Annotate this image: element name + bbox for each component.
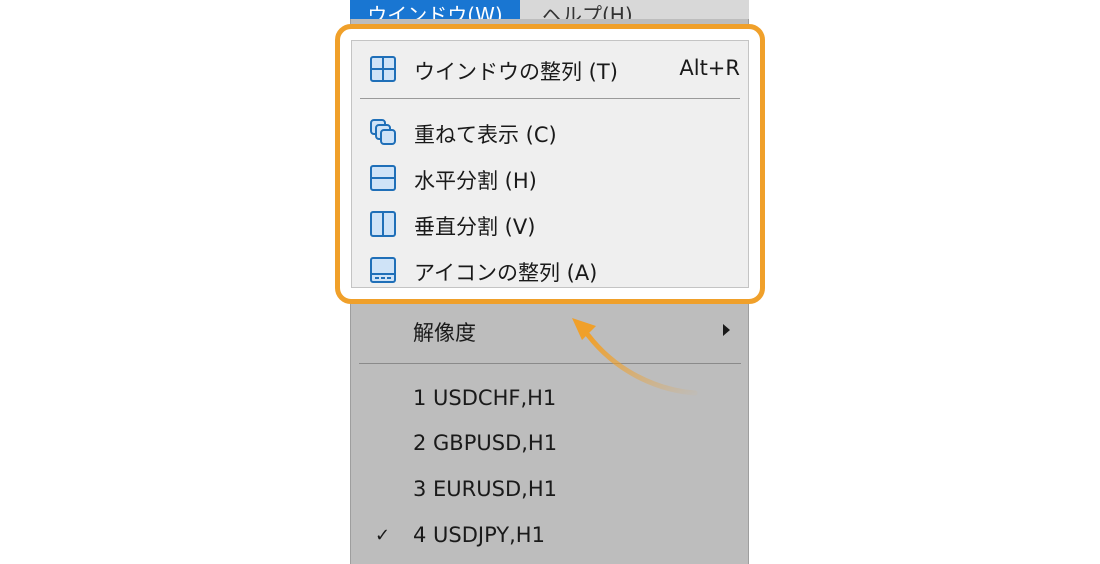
menu-item-arrange-icons[interactable]: アイコンの整列 (A) — [352, 248, 748, 292]
menu-window[interactable]: ウインドウ(W) — [350, 0, 520, 19]
menu-item-label: 4 USDJPY,H1 — [413, 523, 545, 547]
tile-windows-icon — [370, 56, 396, 82]
menu-item-label: アイコンの整列 (A) — [414, 261, 598, 285]
menu-help[interactable]: ヘルプ(H) — [542, 0, 662, 19]
menubar: ウインドウ(W) ヘルプ(H) — [350, 0, 749, 19]
menu-item-window-4[interactable]: ✓ 4 USDJPY,H1 — [351, 513, 748, 557]
menu-separator — [360, 98, 740, 99]
submenu-arrow-icon — [723, 324, 730, 336]
menu-item-label: 垂直分割 (V) — [414, 215, 536, 239]
pointer-arrow-icon — [572, 318, 698, 396]
shortcut-label: Alt+R — [679, 56, 740, 80]
menu-item-window-3[interactable]: 3 EURUSD,H1 — [351, 467, 748, 511]
menu-item-tile-vertical[interactable]: 垂直分割 (V) — [352, 202, 748, 246]
menu-item-label: 水平分割 (H) — [414, 169, 537, 193]
tile-horizontal-icon — [370, 165, 396, 191]
menu-item-cascade[interactable]: 重ねて表示 (C) — [352, 110, 748, 154]
checkmark-icon: ✓ — [375, 524, 391, 546]
menu-item-label: 3 EURUSD,H1 — [413, 477, 557, 501]
highlight-frame: ウインドウの整列 (T) Alt+R 重ねて表示 (C) 水平分割 (H) 垂直… — [335, 24, 765, 304]
menu-item-tile-windows[interactable]: ウインドウの整列 (T) Alt+R — [352, 47, 748, 91]
menu-item-label: 2 GBPUSD,H1 — [413, 431, 558, 455]
menu-item-label: 解像度 — [413, 321, 476, 345]
tile-vertical-icon — [370, 211, 396, 237]
window-arrange-group: ウインドウの整列 (T) Alt+R 重ねて表示 (C) 水平分割 (H) 垂直… — [351, 40, 749, 288]
menu-item-tile-horizontal[interactable]: 水平分割 (H) — [352, 156, 748, 200]
menu-item-label: ウインドウの整列 (T) — [414, 60, 618, 84]
cascade-windows-icon — [370, 119, 396, 145]
menu-item-label: 1 USDCHF,H1 — [413, 386, 557, 410]
arrange-icons-icon — [370, 257, 396, 283]
menu-item-label: 重ねて表示 (C) — [414, 123, 557, 147]
menu-item-window-2[interactable]: 2 GBPUSD,H1 — [351, 421, 748, 465]
